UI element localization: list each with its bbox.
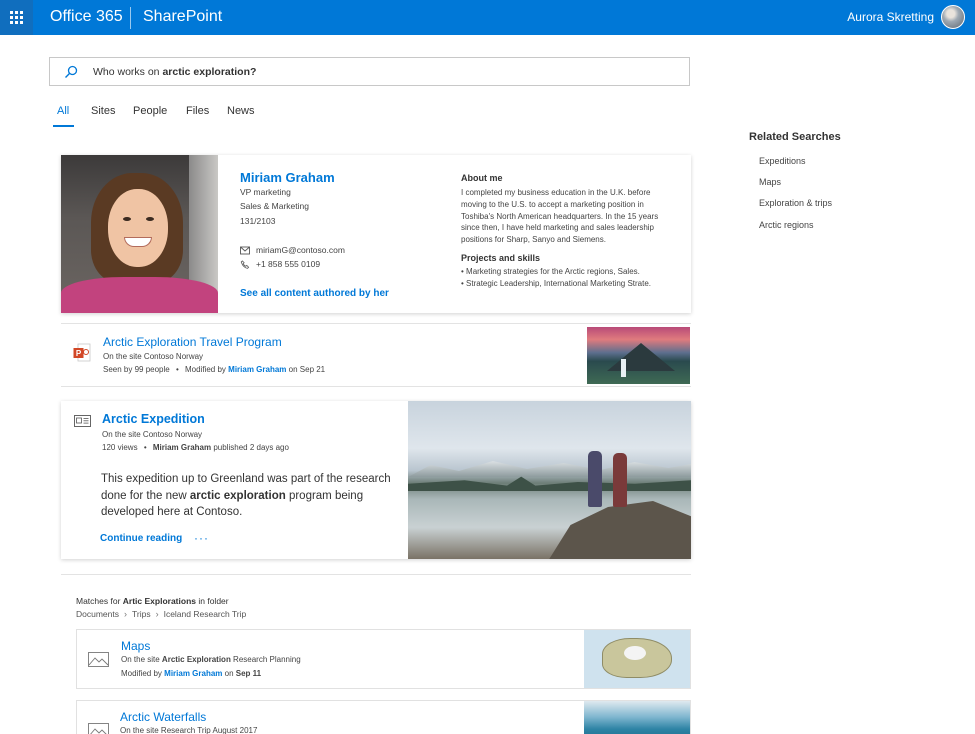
continue-reading-link[interactable]: Continue reading: [100, 533, 182, 544]
breadcrumb-item-iceland[interactable]: Iceland Research Trip: [164, 609, 247, 619]
search-input[interactable]: Who works on arctic exploration?: [49, 57, 690, 86]
person-phone-row[interactable]: +1 858 555 0109: [240, 259, 320, 269]
chevron-right-icon: ›: [155, 609, 159, 619]
person-email: miriamG@contoso.com: [256, 245, 345, 255]
file-meta: Modified by Miriam Graham on Sep 11: [121, 669, 262, 678]
top-bar: Office 365 SharePoint Aurora Skretting: [0, 0, 975, 35]
see-all-content-link[interactable]: See all content authored by her: [240, 288, 389, 299]
tab-files[interactable]: Files: [186, 105, 209, 117]
result-thumbnail[interactable]: [587, 327, 690, 384]
active-tab-indicator: [53, 125, 74, 127]
person-department: Sales & Marketing: [240, 201, 309, 211]
divider: [61, 574, 691, 575]
breadcrumb-item-documents[interactable]: Documents: [76, 609, 119, 619]
about-me-text: I completed my business education in the…: [461, 188, 659, 245]
folder-matches-label: Matches for Artic Explorations in folder: [76, 596, 229, 606]
search-icon: [65, 65, 78, 78]
person-name-link[interactable]: Miriam Graham: [240, 170, 335, 185]
person-office: 131/2103: [240, 216, 276, 226]
chevron-right-icon: ›: [124, 609, 127, 619]
waffle-icon: [10, 11, 23, 24]
header-divider: [130, 7, 131, 29]
person-email-row[interactable]: miriamG@contoso.com: [240, 245, 345, 255]
brand-link[interactable]: Office 365: [50, 8, 123, 26]
divider: [61, 386, 691, 387]
tab-all[interactable]: All: [57, 105, 69, 117]
projects-skills-title: Projects and skills: [461, 253, 541, 263]
article-author[interactable]: Miriam Graham: [153, 443, 211, 452]
tab-news[interactable]: News: [227, 105, 255, 117]
result-meta: Seen by 99 people • Modified by Miriam G…: [103, 365, 326, 374]
user-avatar[interactable]: [941, 5, 965, 29]
file-site: On the site Arctic Exploration Research …: [121, 655, 301, 664]
app-launcher-button[interactable]: [0, 0, 33, 35]
person-title: VP marketing: [240, 187, 291, 197]
article-summary: This expedition up to Greenland was part…: [101, 473, 391, 518]
image-file-icon: [88, 723, 109, 734]
tab-people[interactable]: People: [133, 105, 167, 117]
article-title-link[interactable]: Arctic Expedition: [102, 412, 205, 426]
file-thumbnail[interactable]: [584, 630, 690, 688]
file-site: On the site Research Trip August 2017: [120, 726, 258, 734]
user-name[interactable]: Aurora Skretting: [847, 10, 934, 24]
file-thumbnail[interactable]: [584, 701, 690, 734]
file-title-link[interactable]: Maps: [121, 639, 150, 653]
related-search-expeditions[interactable]: Expeditions: [759, 156, 806, 166]
article-meta: 120 views • Miriam Graham published 2 da…: [102, 443, 289, 452]
news-article-card[interactable]: Arctic Expedition On the site Contoso No…: [61, 401, 691, 559]
modified-by-link[interactable]: Miriam Graham: [164, 669, 222, 678]
file-result-maps[interactable]: Maps On the site Arctic Exploration Rese…: [76, 629, 691, 689]
app-name-link[interactable]: SharePoint: [143, 8, 222, 26]
related-search-arctic-regions[interactable]: Arctic regions: [759, 220, 814, 230]
image-file-icon: [88, 652, 109, 667]
article-site: On the site Contoso Norway: [102, 430, 203, 439]
mail-icon: [240, 246, 250, 254]
skill-item: • Strategic Leadership, International Ma…: [461, 279, 652, 288]
svg-text:P: P: [76, 349, 82, 358]
article-image[interactable]: [408, 401, 691, 559]
phone-icon: [240, 259, 250, 269]
person-photo[interactable]: [61, 155, 218, 313]
search-result-ppt[interactable]: P Arctic Exploration Travel Program On t…: [61, 323, 691, 385]
search-query: Who works on arctic exploration?: [93, 66, 257, 78]
about-me-title: About me: [461, 173, 503, 183]
file-title-link[interactable]: Arctic Waterfalls: [120, 710, 206, 724]
breadcrumb: Documents › Trips › Iceland Research Tri…: [76, 609, 246, 619]
skill-item: • Marketing strategies for the Arctic re…: [461, 267, 640, 276]
tab-sites[interactable]: Sites: [91, 105, 115, 117]
person-card: Miriam Graham VP marketing Sales & Marke…: [61, 155, 691, 313]
related-search-exploration-trips[interactable]: Exploration & trips: [759, 198, 832, 208]
modified-by-link[interactable]: Miriam Graham: [228, 365, 286, 374]
related-searches-title: Related Searches: [749, 131, 841, 143]
result-site: On the site Contoso Norway: [103, 352, 204, 361]
more-options-icon[interactable]: ···: [194, 531, 209, 545]
result-title-link[interactable]: Arctic Exploration Travel Program: [103, 335, 282, 349]
breadcrumb-item-trips[interactable]: Trips: [132, 609, 151, 619]
person-phone: +1 858 555 0109: [256, 259, 321, 269]
powerpoint-icon: P: [73, 343, 91, 362]
news-icon: [74, 415, 91, 427]
related-search-maps[interactable]: Maps: [759, 177, 781, 187]
file-result-waterfalls[interactable]: Arctic Waterfalls On the site Research T…: [76, 700, 691, 734]
